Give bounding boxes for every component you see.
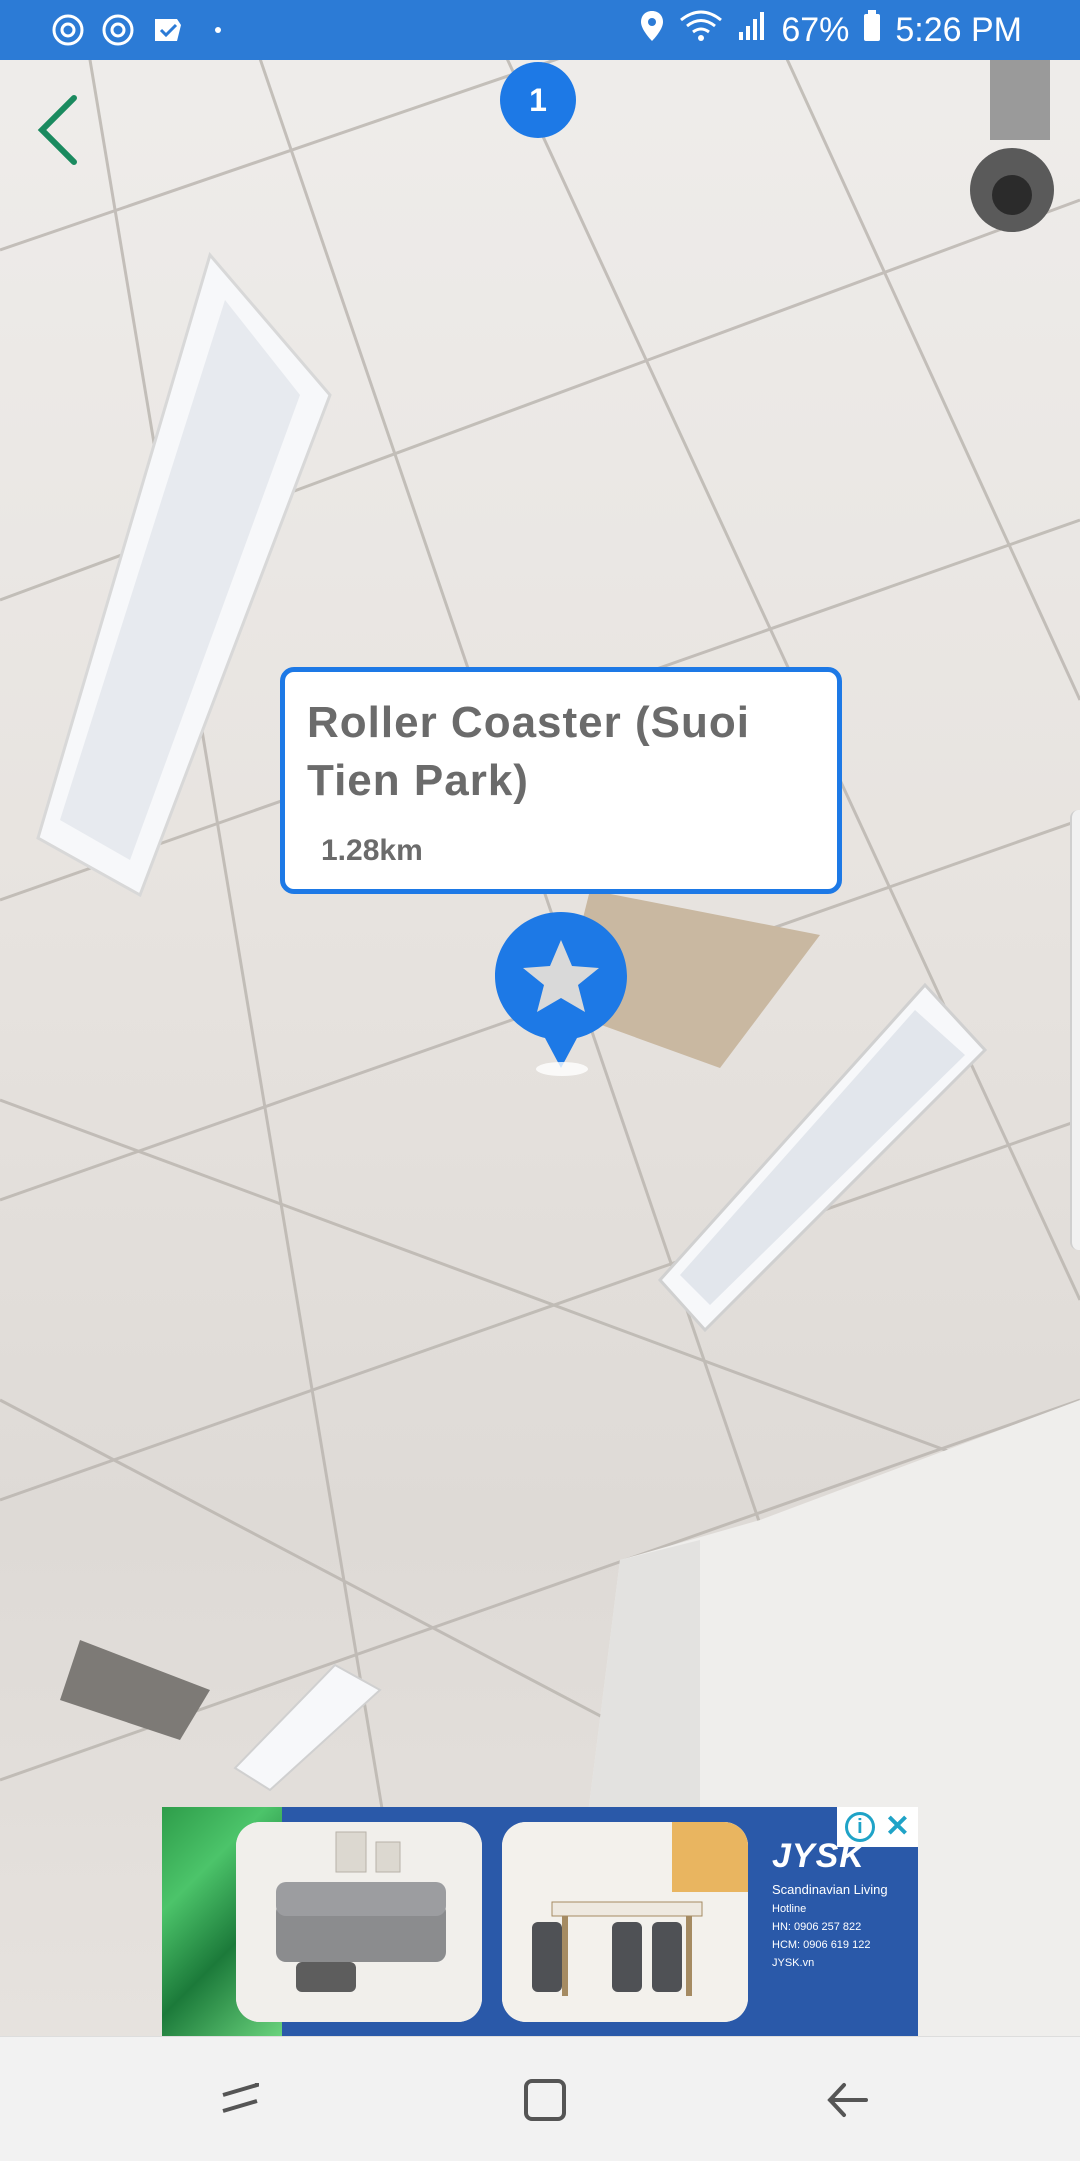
ad-sofa-image: [236, 1822, 482, 2022]
place-card[interactable]: Roller Coaster (Suoi Tien Park) 1.28km: [280, 667, 842, 894]
brand-website: JYSK.vn: [772, 1957, 815, 1969]
edge-panel-handle[interactable]: [1070, 810, 1080, 1250]
ad-info-icon[interactable]: i: [844, 1812, 875, 1842]
recent-apps-icon: [222, 2083, 259, 2113]
location-icon: [639, 10, 665, 51]
sync-icon: [100, 12, 136, 48]
sync-icon: [50, 12, 86, 48]
star-icon: [495, 912, 627, 1068]
place-distance: 1.28km: [321, 834, 423, 867]
recent-apps-button[interactable]: [207, 2065, 277, 2135]
dot-icon: [200, 12, 236, 48]
navigation-bar: [0, 2036, 1080, 2161]
checklist-icon: [150, 12, 186, 48]
chevron-left-icon: [37, 95, 77, 165]
ad-dining-image: [502, 1822, 748, 2022]
places-count-badge[interactable]: 1: [500, 62, 576, 138]
home-icon: [524, 2079, 566, 2121]
status-bar: 67% 5:26 PM: [0, 0, 1080, 60]
place-name: Roller Coaster (Suoi Tien Park): [307, 698, 750, 805]
back-button[interactable]: [30, 90, 90, 170]
back-icon: [827, 2083, 868, 2117]
clock: 5:26 PM: [895, 11, 1022, 49]
system-indicators: 67% 5:26 PM: [639, 10, 1022, 51]
ad-controls: i ✕: [836, 1807, 918, 1847]
home-button[interactable]: [510, 2065, 580, 2135]
signal-icon: [737, 10, 767, 51]
marker-shadow: [536, 1062, 588, 1076]
ad-banner[interactable]: JYSK Scandinavian Living Hotline HN: 090…: [162, 1807, 918, 2036]
wifi-icon: [679, 10, 723, 51]
system-back-button[interactable]: [812, 2065, 882, 2135]
ad-close-icon[interactable]: ✕: [885, 1812, 910, 1842]
notification-icons: [50, 12, 236, 48]
ad-brand-block: JYSK Scandinavian Living Hotline HN: 090…: [772, 1837, 912, 1969]
hotline-hcm: HCM: 0906 619 122: [772, 1939, 871, 1951]
brand-tagline: Scandinavian Living: [772, 1882, 888, 1897]
hotline-hn: HN: 0906 257 822: [772, 1921, 862, 1933]
battery-icon: [863, 10, 881, 51]
hotline-label: Hotline: [772, 1903, 807, 1915]
place-marker[interactable]: [493, 910, 629, 1070]
battery-percent: 67%: [781, 11, 850, 49]
